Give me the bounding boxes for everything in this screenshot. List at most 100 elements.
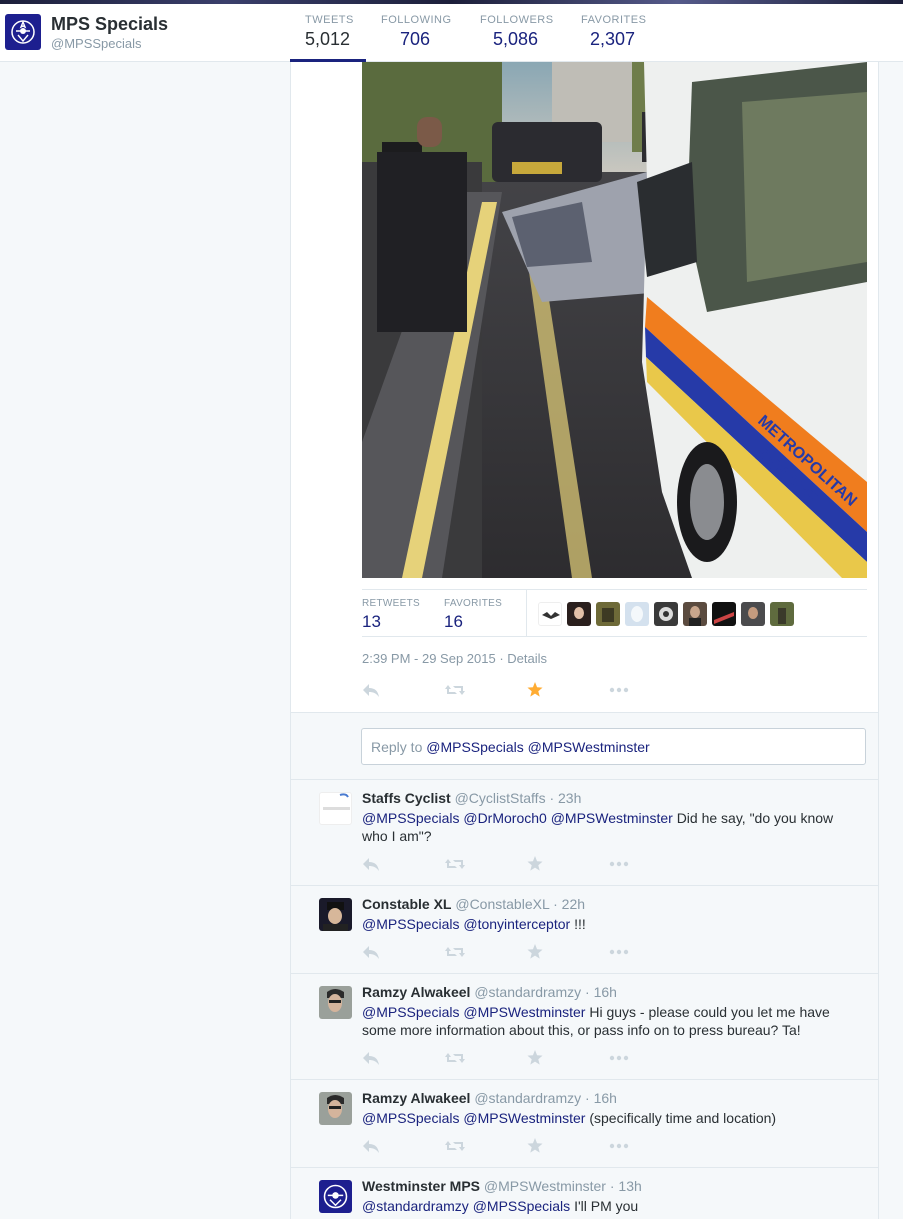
more-icon[interactable]: [608, 682, 690, 698]
profile-handle: @MPSSpecials: [51, 36, 142, 51]
tweet-mentions[interactable]: @MPSSpecials @MPSWestminster: [362, 1004, 585, 1020]
retweet-icon[interactable]: [444, 1138, 526, 1154]
user-avatar[interactable]: [319, 792, 352, 825]
tweet-header: Staffs Cyclist @CyclistStaffs · 23h: [362, 790, 581, 806]
reply-tweet[interactable]: Ramzy Alwakeel @standardramzy · 16h @MPS…: [291, 974, 878, 1080]
tweet-header: Westminster MPS @MPSWestminster · 13h: [362, 1178, 642, 1194]
favoriter-avatar[interactable]: [654, 602, 678, 626]
retweet-icon[interactable]: [444, 856, 526, 872]
reply-tweet[interactable]: Ramzy Alwakeel @standardramzy · 16h @MPS…: [291, 1080, 878, 1168]
retweet-icon[interactable]: [444, 682, 526, 698]
divider: [526, 590, 527, 636]
favoriter-avatar[interactable]: [596, 602, 620, 626]
stat-label: FOLLOWING: [381, 14, 452, 26]
tweet-time[interactable]: · 23h: [549, 790, 581, 806]
favorite-icon[interactable]: [526, 1050, 608, 1066]
favorites-label: FAVORITES: [444, 598, 503, 609]
tweet-actions: [362, 1138, 690, 1154]
reply-tweet[interactable]: Staffs Cyclist @CyclistStaffs · 23h @MPS…: [291, 780, 878, 886]
user-handle[interactable]: @ConstableXL: [455, 896, 549, 912]
retweet-icon[interactable]: [444, 1050, 526, 1066]
user-handle[interactable]: @standardramzy: [474, 984, 581, 1000]
stat-followers[interactable]: FOLLOWERS 5,086: [480, 14, 554, 50]
favorite-icon[interactable]: [526, 682, 608, 698]
profile-header: MPS Specials @MPSSpecials TWEETS 5,012 F…: [0, 4, 903, 63]
timeline-column: METROPOLITAN POLICE RETWEETS 13 FAVORITE…: [290, 62, 879, 1219]
reply-section: Reply to @MPSSpecials @MPSWestminster: [291, 712, 878, 780]
stat-value: 5,086: [493, 29, 539, 49]
tweet-text: @standardramzy @MPSSpecials I'll PM you: [362, 1197, 862, 1215]
reply-icon[interactable]: [362, 856, 444, 872]
retweets-count[interactable]: 13: [362, 612, 381, 632]
tweet-mentions[interactable]: @standardramzy @MPSSpecials: [362, 1198, 570, 1214]
tweet-time[interactable]: · 16h: [585, 984, 617, 1000]
reply-input[interactable]: Reply to @MPSSpecials @MPSWestminster: [361, 728, 866, 765]
details-link[interactable]: · Details: [499, 651, 547, 666]
more-icon[interactable]: [608, 944, 690, 960]
more-icon[interactable]: [608, 1138, 690, 1154]
reply-icon[interactable]: [362, 944, 444, 960]
favorites-count[interactable]: 16: [444, 612, 463, 632]
user-handle[interactable]: @CyclistStaffs: [455, 790, 546, 806]
reply-tweet[interactable]: Westminster MPS @MPSWestminster · 13h @s…: [291, 1168, 878, 1219]
favorite-icon[interactable]: [526, 856, 608, 872]
tweet-time[interactable]: · 13h: [610, 1178, 642, 1194]
tweet-header: Ramzy Alwakeel @standardramzy · 16h: [362, 984, 617, 1000]
favoriter-avatar[interactable]: [770, 602, 794, 626]
favoriter-avatar[interactable]: [625, 602, 649, 626]
tweet-mentions[interactable]: @MPSSpecials @DrMoroch0 @MPSWestminster: [362, 810, 673, 826]
favoriter-avatar[interactable]: [538, 602, 562, 626]
tweet-mentions[interactable]: @MPSSpecials @MPSWestminster: [362, 1110, 585, 1126]
favorite-icon[interactable]: [526, 1138, 608, 1154]
tweet-text: @MPSSpecials @MPSWestminster Hi guys - p…: [362, 1003, 862, 1039]
user-name[interactable]: Staffs Cyclist: [362, 790, 451, 806]
user-avatar[interactable]: [319, 898, 352, 931]
met-police-crest-icon[interactable]: [5, 14, 41, 50]
tweet-time[interactable]: · 22h: [553, 896, 585, 912]
reply-icon[interactable]: [362, 682, 444, 698]
retweet-icon[interactable]: [444, 944, 526, 960]
more-icon[interactable]: [608, 1050, 690, 1066]
tweet-text: @MPSSpecials @MPSWestminster (specifical…: [362, 1109, 862, 1127]
user-avatar[interactable]: [319, 1092, 352, 1125]
tweet-actions: [362, 1050, 690, 1066]
favorite-icon[interactable]: [526, 944, 608, 960]
tweet-timestamp: 2:39 PM - 29 Sep 2015 · Details: [362, 651, 547, 666]
reply-tweet[interactable]: Constable XL @ConstableXL · 22h @MPSSpec…: [291, 886, 878, 974]
user-avatar[interactable]: [319, 986, 352, 1019]
met-police-crest-icon[interactable]: [319, 1180, 352, 1213]
favoriter-avatar[interactable]: [741, 602, 765, 626]
engagement-stats: RETWEETS 13 FAVORITES 16: [362, 589, 867, 637]
stat-following[interactable]: FOLLOWING 706: [381, 14, 452, 50]
tweet-header: Constable XL @ConstableXL · 22h: [362, 896, 585, 912]
stat-favorites[interactable]: FAVORITES 2,307: [581, 14, 646, 50]
user-name[interactable]: Ramzy Alwakeel: [362, 1090, 470, 1106]
tweet-header: Ramzy Alwakeel @standardramzy · 16h: [362, 1090, 617, 1106]
reply-mentions: @MPSSpecials @MPSWestminster: [426, 739, 650, 755]
tweet-mentions[interactable]: @MPSSpecials @tonyinterceptor: [362, 916, 570, 932]
tweet-photo[interactable]: METROPOLITAN POLICE: [362, 62, 867, 578]
more-icon[interactable]: [608, 856, 690, 872]
tweet-time[interactable]: · 16h: [585, 1090, 617, 1106]
user-handle[interactable]: @MPSWestminster: [484, 1178, 606, 1194]
favoriter-avatar[interactable]: [712, 602, 736, 626]
stat-tweets[interactable]: TWEETS 5,012: [305, 14, 354, 50]
user-name[interactable]: Ramzy Alwakeel: [362, 984, 470, 1000]
stat-value: 706: [400, 29, 431, 49]
favoriter-avatar[interactable]: [683, 602, 707, 626]
favoriters-list: [538, 602, 794, 626]
tweet-actions: [362, 944, 690, 960]
reply-icon[interactable]: [362, 1050, 444, 1066]
profile-name[interactable]: MPS Specials: [51, 14, 168, 35]
user-name[interactable]: Constable XL: [362, 896, 451, 912]
favoriter-avatar[interactable]: [567, 602, 591, 626]
reply-icon[interactable]: [362, 1138, 444, 1154]
user-name[interactable]: Westminster MPS: [362, 1178, 480, 1194]
retweets-label: RETWEETS: [362, 598, 420, 609]
reply-prefix: Reply to: [371, 739, 423, 755]
tweet-text: @MPSSpecials @tonyinterceptor !!!: [362, 915, 862, 933]
user-handle[interactable]: @standardramzy: [474, 1090, 581, 1106]
stat-value: 5,012: [305, 29, 351, 49]
main-tweet-actions: [362, 682, 690, 698]
stat-label: FAVORITES: [581, 14, 647, 26]
